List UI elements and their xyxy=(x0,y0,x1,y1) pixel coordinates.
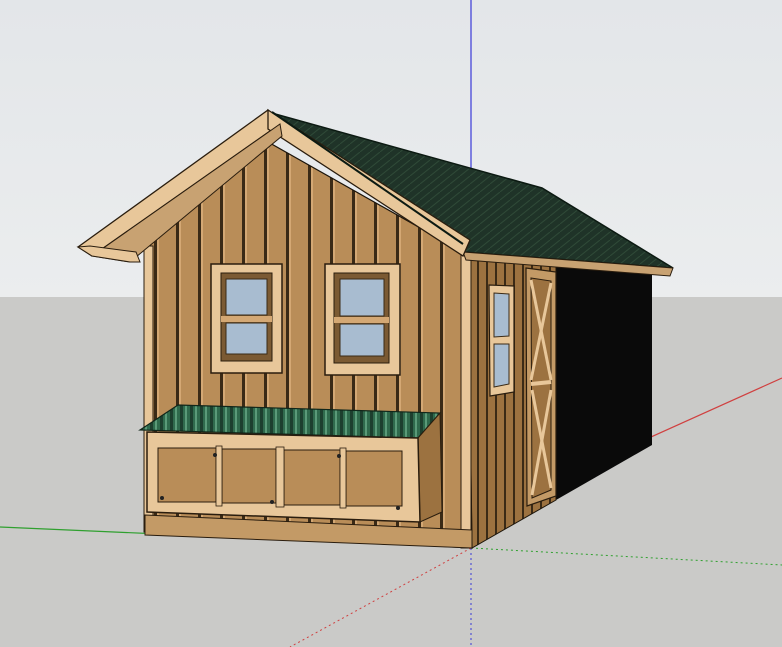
front-window-left[interactable] xyxy=(210,263,283,374)
side-door[interactable] xyxy=(525,267,557,507)
3d-model-canvas[interactable] xyxy=(0,0,782,647)
sketchup-viewport[interactable] xyxy=(0,0,782,647)
corner-trim-right xyxy=(460,251,472,549)
front-window-right[interactable] xyxy=(324,263,401,376)
side-window[interactable] xyxy=(488,284,515,397)
nesting-box[interactable] xyxy=(138,404,443,523)
